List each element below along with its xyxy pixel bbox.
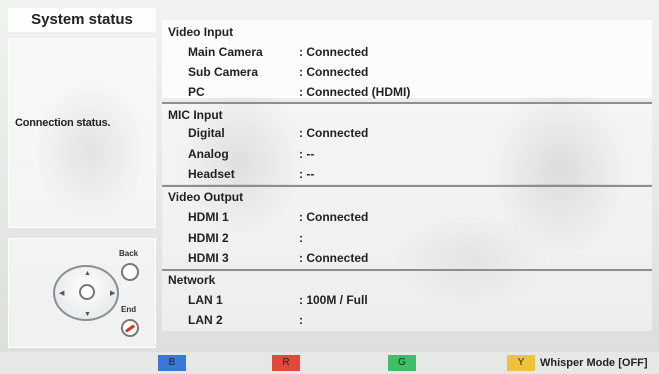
back-label: Back: [119, 249, 139, 258]
status-row: HDMI 3 : Connected: [162, 251, 652, 269]
row-value: : --: [299, 167, 315, 181]
status-row: HDMI 2 :: [162, 231, 652, 249]
status-row: Analog : --: [162, 147, 652, 165]
row-value: : 100M / Full: [299, 293, 368, 307]
status-row: Main Camera : Connected: [162, 45, 652, 63]
row-value: : Connected: [299, 210, 369, 224]
row-label: HDMI 3: [188, 251, 229, 265]
row-value: : Connected: [299, 45, 369, 59]
arrow-left-icon: ◀: [59, 290, 65, 297]
status-row: Digital : Connected: [162, 126, 652, 144]
row-label: Headset: [188, 167, 235, 181]
row-value: : Connected: [299, 251, 369, 265]
arrow-up-icon: ▲: [84, 270, 91, 277]
blue-button[interactable]: B: [158, 355, 186, 371]
row-label: LAN 1: [188, 293, 223, 307]
enter-button[interactable]: [79, 284, 95, 300]
section-header: Network: [168, 273, 216, 287]
row-label: Sub Camera: [188, 65, 259, 79]
red-button[interactable]: R: [272, 355, 300, 371]
status-row: PC : Connected (HDMI): [162, 85, 652, 103]
description-panel: Connection status.: [8, 38, 156, 228]
end-label: End: [121, 305, 137, 314]
dpad-icon[interactable]: ▲ ▼ ◀ ▶: [53, 265, 119, 321]
status-content: Video Input Main Camera : Connected Sub …: [162, 20, 652, 332]
row-value: : --: [299, 147, 315, 161]
status-row: LAN 1 : 100M / Full: [162, 293, 652, 311]
panel-title: System status: [8, 8, 156, 32]
row-label: Digital: [188, 126, 225, 140]
description-text: Connection status.: [15, 117, 111, 129]
row-value: : Connected: [299, 126, 369, 140]
status-row: HDMI 1 : Connected: [162, 210, 652, 228]
row-label: HDMI 2: [188, 231, 229, 245]
remote-navigation-guide: ▲ ▼ ◀ ▶ Back End: [8, 238, 156, 348]
status-row: LAN 2 :: [162, 313, 652, 331]
row-value: : Connected: [299, 65, 369, 79]
row-label: PC: [188, 85, 205, 99]
row-label: Analog: [188, 147, 229, 161]
whisper-mode-label: Whisper Mode [OFF]: [540, 357, 648, 369]
green-button[interactable]: G: [388, 355, 416, 371]
status-row: Headset : --: [162, 167, 652, 185]
status-row: Sub Camera : Connected: [162, 65, 652, 83]
yellow-button[interactable]: Y: [507, 355, 535, 371]
row-value: :: [299, 313, 303, 327]
end-button[interactable]: [121, 319, 139, 337]
section-header: MIC Input: [168, 108, 223, 122]
section-header: Video Output: [168, 190, 244, 204]
back-button[interactable]: [121, 263, 139, 281]
arrow-right-icon: ▶: [110, 290, 116, 297]
row-value: :: [299, 231, 303, 245]
row-label: LAN 2: [188, 313, 223, 327]
row-label: Main Camera: [188, 45, 263, 59]
row-value: : Connected (HDMI): [299, 85, 411, 99]
row-label: HDMI 1: [188, 210, 229, 224]
section-header: Video Input: [168, 25, 234, 39]
arrow-down-icon: ▼: [84, 311, 91, 318]
